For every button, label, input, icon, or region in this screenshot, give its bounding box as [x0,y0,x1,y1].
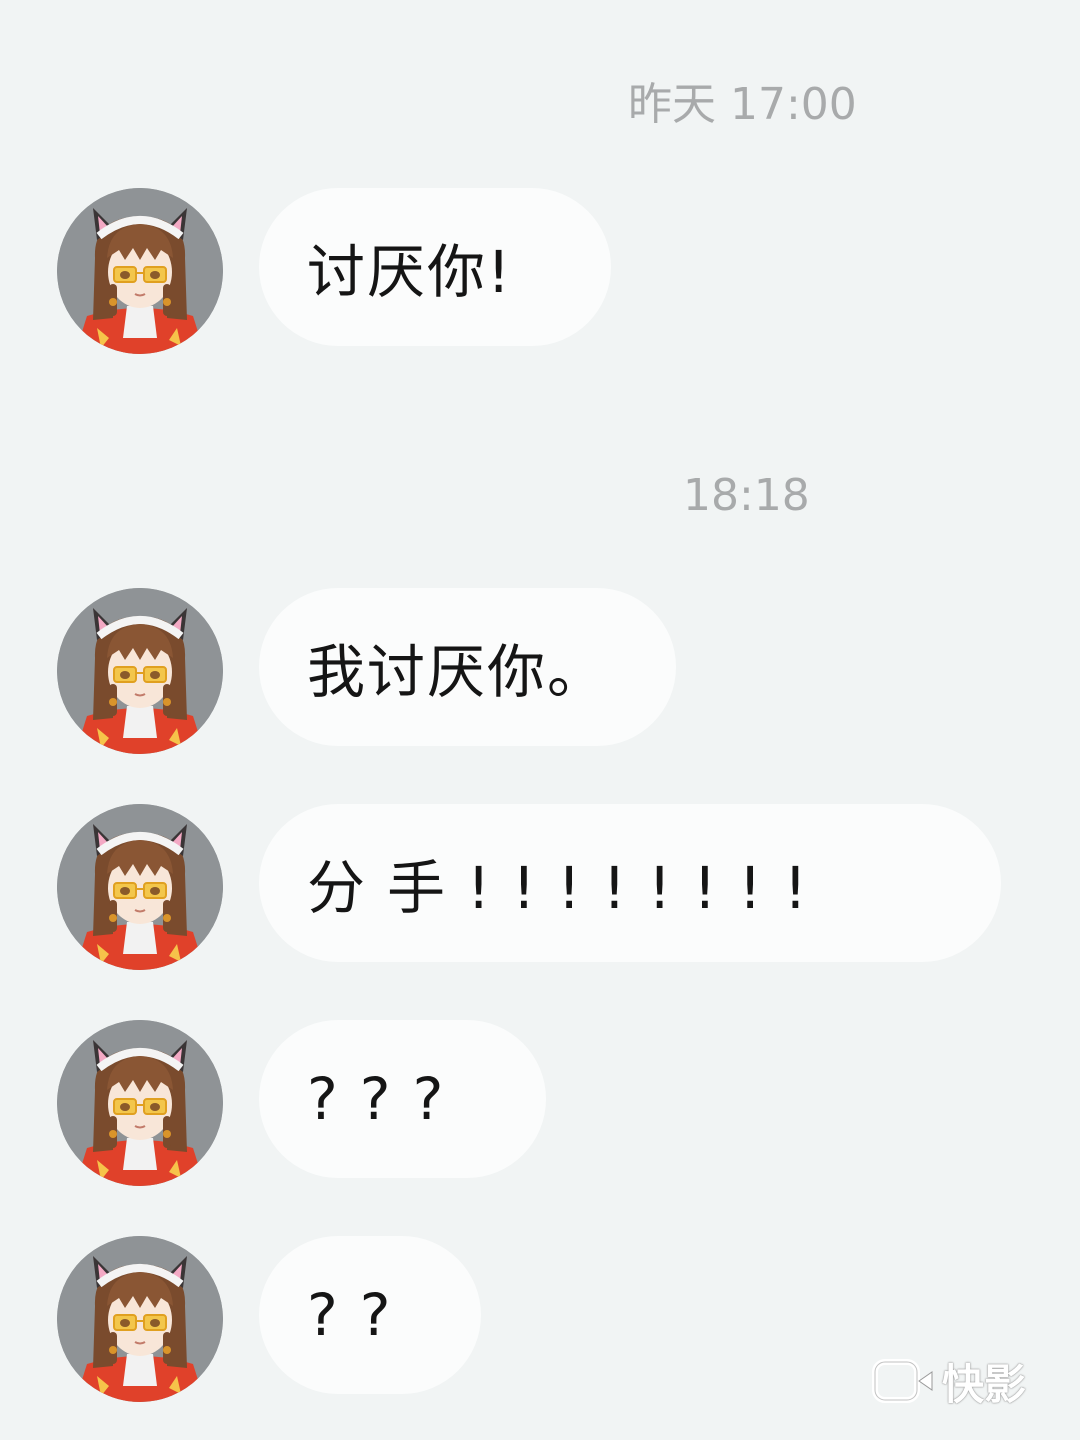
timestamp: 18:18 [683,470,810,521]
avatar[interactable] [57,1020,223,1186]
message-row: 讨厌你! [0,188,1080,358]
message-bubble[interactable]: 我讨厌你。 [259,588,676,746]
video-camera-icon [872,1359,933,1403]
anime-girl-cat-ears-avatar [57,1236,223,1402]
message-bubble[interactable]: 讨厌你! [259,188,611,346]
anime-girl-cat-ears-avatar [57,588,223,754]
avatar[interactable] [57,188,223,354]
timestamp: 昨天 17:00 [628,79,857,130]
message-text: ?? [307,1281,413,1349]
message-bubble[interactable]: ??? [259,1020,546,1178]
message-row: 分手!!!!!!!! [0,804,1080,974]
avatar[interactable] [57,804,223,970]
anime-girl-cat-ears-avatar [57,1020,223,1186]
message-row: ??? [0,1020,1080,1190]
message-bubble[interactable]: 分手!!!!!!!! [259,804,1001,962]
message-text: 分手!!!!!!!! [307,854,830,922]
watermark-label: 快影 [942,1359,1027,1409]
watermark: 快影 [872,1352,1047,1410]
message-row: 我讨厌你。 [0,588,1080,758]
avatar[interactable] [57,1236,223,1402]
anime-girl-cat-ears-avatar [57,804,223,970]
message-text: ??? [307,1065,466,1133]
message-bubble[interactable]: ?? [259,1236,481,1394]
message-text: 我讨厌你。 [307,638,608,706]
avatar[interactable] [57,588,223,754]
message-text: 讨厌你! [307,238,513,306]
anime-girl-cat-ears-avatar [57,188,223,354]
